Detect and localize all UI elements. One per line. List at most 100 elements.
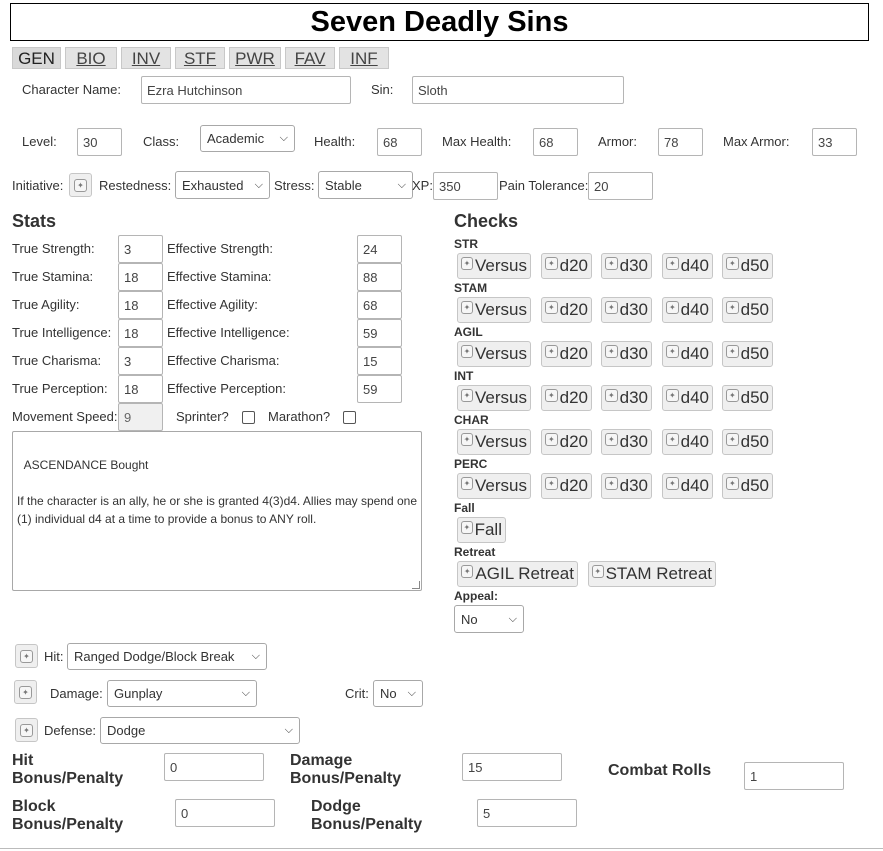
stam-d40-button[interactable]: ✦ d40 — [662, 297, 713, 323]
tab-inv[interactable]: INV — [121, 47, 171, 69]
true-strength-input[interactable]: 3 — [118, 235, 163, 263]
damage-roll-button[interactable]: ✦ — [14, 680, 37, 704]
stam-d30-button[interactable]: ✦ d30 — [601, 297, 652, 323]
marathon-checkbox[interactable] — [343, 411, 356, 424]
agil-d40-button[interactable]: ✦ d40 — [662, 341, 713, 367]
fall-button[interactable]: ✦ Fall — [457, 517, 506, 543]
perc-d30-button[interactable]: ✦ d30 — [601, 473, 652, 499]
tab-pwr[interactable]: PWR — [229, 47, 281, 69]
resize-handle-icon[interactable] — [412, 581, 420, 589]
hit-bonus-label: Hit Bonus/Penalty — [12, 752, 123, 788]
true-charisma-label: True Charisma: — [12, 353, 102, 368]
char-versus-button[interactable]: ✦ Versus — [457, 429, 531, 455]
true-agility-input[interactable]: 18 — [118, 291, 163, 319]
defense-roll-button[interactable]: ✦ — [15, 718, 38, 742]
sprinter-checkbox[interactable] — [242, 411, 255, 424]
char-d30-button[interactable]: ✦ d30 — [601, 429, 652, 455]
crit-select[interactable]: No ⌵ — [373, 680, 423, 707]
hit-select[interactable]: Ranged Dodge/Block Break ⌵ — [67, 643, 267, 670]
hit-roll-button[interactable]: ✦ — [15, 644, 38, 668]
retreat-label: Retreat — [454, 545, 496, 559]
true-intelligence-input[interactable]: 18 — [118, 319, 163, 347]
effective-agility-label: Effective Agility: — [167, 297, 258, 312]
effective-stamina-input[interactable]: 88 — [357, 263, 402, 291]
true-perception-input[interactable]: 18 — [118, 375, 163, 403]
str-d30-button[interactable]: ✦ d30 — [601, 253, 652, 279]
agil-versus-button[interactable]: ✦ Versus — [457, 341, 531, 367]
xp-input[interactable]: 350 — [433, 172, 498, 200]
effective-perception-input[interactable]: 59 — [357, 375, 402, 403]
char-d50-button[interactable]: ✦ d50 — [722, 429, 773, 455]
sheet-title: Seven Deadly Sins — [10, 3, 869, 41]
effective-intelligence-input[interactable]: 59 — [357, 319, 402, 347]
tab-stf[interactable]: STF — [175, 47, 225, 69]
true-stamina-input[interactable]: 18 — [118, 263, 163, 291]
appeal-select[interactable]: No ⌵ — [454, 605, 524, 633]
stam-retreat-button[interactable]: ✦ STAM Retreat — [588, 561, 716, 587]
tab-inf[interactable]: INF — [339, 47, 389, 69]
character-name-input[interactable]: Ezra Hutchinson — [141, 76, 351, 104]
effective-agility-input[interactable]: 68 — [357, 291, 402, 319]
str-d50-button[interactable]: ✦ d50 — [722, 253, 773, 279]
sin-input[interactable]: Sloth — [412, 76, 624, 104]
perc-check-label: PERC — [454, 457, 488, 471]
stam-versus-button[interactable]: ✦ Versus — [457, 297, 531, 323]
perc-versus-button[interactable]: ✦ Versus — [457, 473, 531, 499]
dice-icon: ✦ — [726, 476, 739, 490]
initiative-roll-button[interactable]: ✦ — [69, 173, 92, 197]
perc-d30-label: d30 — [619, 476, 648, 495]
damage-bonus-input[interactable]: 15 — [462, 753, 562, 781]
max-health-input[interactable]: 68 — [533, 128, 578, 156]
char-d40-button[interactable]: ✦ d40 — [662, 429, 713, 455]
perc-d50-button[interactable]: ✦ d50 — [722, 473, 773, 499]
tab-bio[interactable]: BIO — [65, 47, 117, 69]
block-bonus-input[interactable]: 0 — [175, 799, 275, 827]
stam-d20-button[interactable]: ✦ d20 — [541, 297, 592, 323]
int-d20-button[interactable]: ✦ d20 — [541, 385, 592, 411]
class-select[interactable]: Academic ⌵ — [200, 125, 295, 152]
int-d30-button[interactable]: ✦ d30 — [601, 385, 652, 411]
effective-strength-input[interactable]: 24 — [357, 235, 402, 263]
defense-select[interactable]: Dodge ⌵ — [100, 717, 300, 744]
agil-d30-button[interactable]: ✦ d30 — [601, 341, 652, 367]
agil-d20-button[interactable]: ✦ d20 — [541, 341, 592, 367]
int-d50-label: d50 — [740, 388, 769, 407]
int-versus-button[interactable]: ✦ Versus — [457, 385, 531, 411]
true-charisma-input[interactable]: 3 — [118, 347, 163, 375]
dodge-bonus-input[interactable]: 5 — [477, 799, 577, 827]
int-d50-button[interactable]: ✦ d50 — [722, 385, 773, 411]
stats-heading: Stats — [12, 211, 57, 231]
fall-label: Fall — [454, 501, 475, 515]
agil-retreat-button[interactable]: ✦ AGIL Retreat — [457, 561, 578, 587]
tab-gen[interactable]: GEN — [12, 47, 61, 69]
stam-versus-label: Versus — [475, 300, 527, 319]
stam-d50-button[interactable]: ✦ d50 — [722, 297, 773, 323]
effective-charisma-input[interactable]: 15 — [357, 347, 402, 375]
char-d20-button[interactable]: ✦ d20 — [541, 429, 592, 455]
str-versus-button[interactable]: ✦ Versus — [457, 253, 531, 279]
hit-bonus-input[interactable]: 0 — [164, 753, 264, 781]
str-d20-button[interactable]: ✦ d20 — [541, 253, 592, 279]
armor-input[interactable]: 78 — [658, 128, 703, 156]
combat-rolls-input[interactable]: 1 — [744, 762, 844, 790]
crit-label: Crit: — [345, 686, 369, 701]
max-armor-input[interactable]: 33 — [812, 128, 857, 156]
str-versus-label: Versus — [475, 256, 527, 275]
stress-select[interactable]: Stable ⌵ — [318, 171, 413, 199]
dice-icon: ✦ — [461, 388, 474, 402]
level-input[interactable]: 30 — [77, 128, 122, 156]
chevron-down-icon: ⌵ — [241, 687, 250, 699]
tab-fav[interactable]: FAV — [285, 47, 335, 69]
str-d40-button[interactable]: ✦ d40 — [662, 253, 713, 279]
notes-textarea[interactable]: ASCENDANCE Bought If the character is an… — [12, 431, 422, 591]
perc-d20-button[interactable]: ✦ d20 — [541, 473, 592, 499]
restedness-select[interactable]: Exhausted ⌵ — [175, 171, 270, 199]
pain-tolerance-input[interactable]: 20 — [588, 172, 653, 200]
dice-icon: ✦ — [726, 344, 739, 358]
damage-select[interactable]: Gunplay ⌵ — [107, 680, 257, 707]
perc-d40-button[interactable]: ✦ d40 — [662, 473, 713, 499]
int-d40-button[interactable]: ✦ d40 — [662, 385, 713, 411]
health-input[interactable]: 68 — [377, 128, 422, 156]
agil-d50-button[interactable]: ✦ d50 — [722, 341, 773, 367]
dice-icon: ✦ — [726, 256, 739, 270]
